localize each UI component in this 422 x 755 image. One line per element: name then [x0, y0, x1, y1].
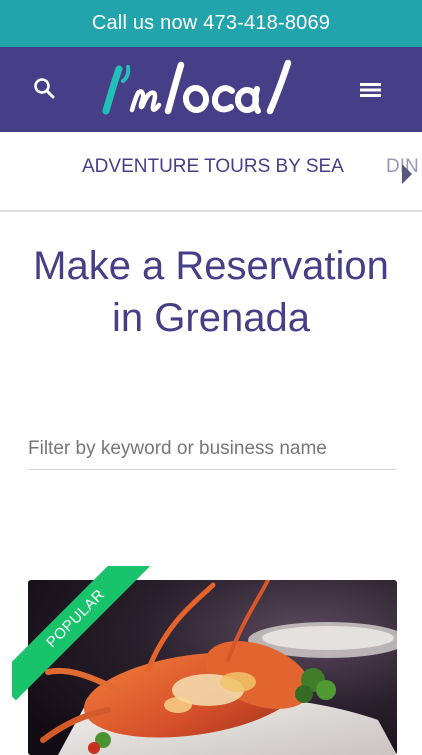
call-us-bar[interactable]: Call us now 473-418-8069: [0, 0, 422, 47]
call-us-text[interactable]: Call us now 473-418-8069: [92, 12, 330, 35]
category-tab-adventure-tours-by-sea[interactable]: ADVENTURE TOURS BY SEA: [82, 156, 344, 178]
imlocal-logo[interactable]: [92, 53, 312, 125]
filter-search-input[interactable]: [28, 428, 397, 470]
menu-button[interactable]: [356, 76, 386, 104]
search-icon: [34, 78, 55, 99]
category-nav: ADVENTURE TOURS BY SEA DIN: [0, 132, 422, 212]
chevron-right-icon: [402, 164, 412, 184]
search-button[interactable]: [30, 74, 60, 104]
site-header: [0, 47, 422, 132]
page-title: Make a Reservation in Grenada: [33, 244, 389, 340]
hamburger-menu-icon: [360, 83, 381, 97]
listing-card[interactable]: [28, 580, 397, 755]
grilled-lobster-photo: [28, 580, 397, 755]
nav-scroll-right-button[interactable]: [400, 162, 414, 186]
